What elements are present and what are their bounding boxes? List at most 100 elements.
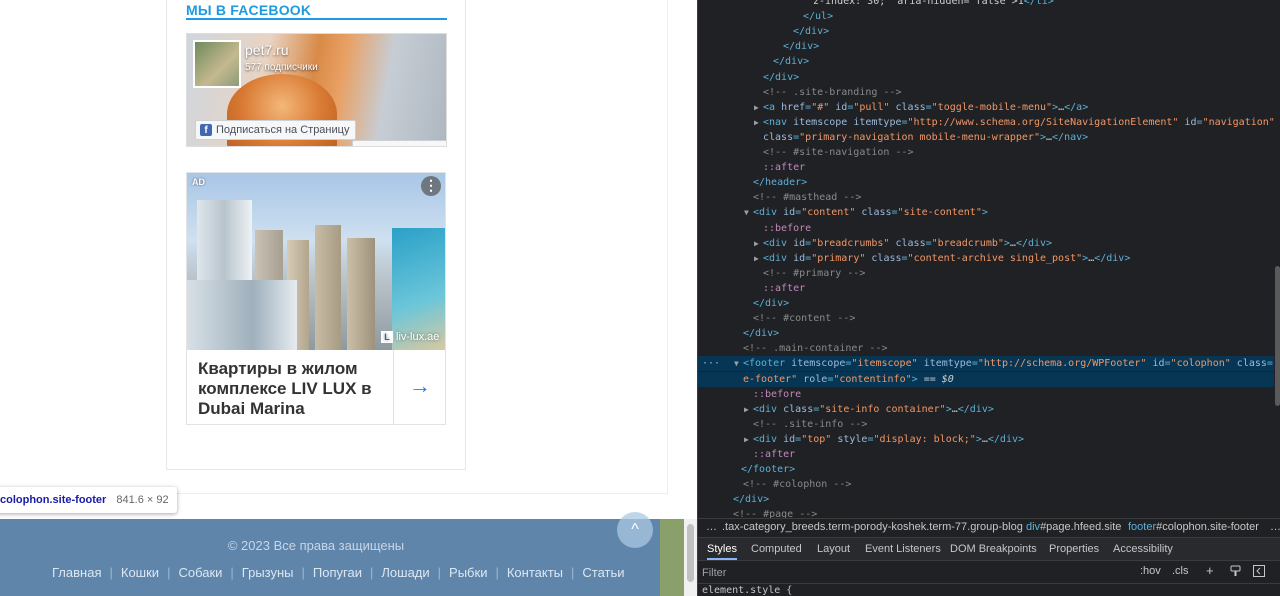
cls-toggle[interactable]: .cls <box>1172 565 1189 577</box>
tab-event-listeners[interactable]: Event Listeners <box>865 538 941 560</box>
chevron-up-icon: ^ <box>631 521 639 538</box>
building-shape <box>187 280 297 350</box>
facebook-icon: f <box>200 124 212 136</box>
footer-link-parrots[interactable]: Попугаи <box>313 565 362 580</box>
tab-layout[interactable]: Layout <box>817 538 850 560</box>
tab-styles[interactable]: Styles <box>707 538 737 560</box>
element-style-rule[interactable]: element.style { <box>702 585 792 596</box>
dom-node-line[interactable]: </div> <box>698 24 1274 39</box>
tooltip-element-name: colophon.site-footer <box>0 494 107 506</box>
ad-brand[interactable]: L liv-lux.ae <box>381 331 439 343</box>
nav-separator: | <box>109 565 113 580</box>
elements-tree[interactable]: z-index: 30;" aria-hidden="false">1</li>… <box>698 0 1274 518</box>
dom-node-line[interactable]: <!-- #page --> <box>698 507 1274 518</box>
dom-node-line[interactable]: ▶ <div id="top" style="display: block;">…… <box>698 432 1274 447</box>
page-scrollbar-thumb[interactable] <box>687 524 694 582</box>
breadcrumb-body[interactable]: .tax-category_breeds.term-porody-koshek.… <box>722 519 1023 536</box>
dom-node-line[interactable]: class="primary-navigation mobile-menu-wr… <box>698 130 1274 145</box>
tab-computed[interactable]: Computed <box>751 538 802 560</box>
dom-node-line[interactable]: </div> <box>698 326 1274 341</box>
dom-node-line[interactable]: </div> <box>698 39 1274 54</box>
tab-accessibility[interactable]: Accessibility <box>1113 538 1173 560</box>
breadcrumb-overflow-right[interactable]: … <box>1270 519 1280 536</box>
footer-link-dogs[interactable]: Собаки <box>178 565 222 580</box>
styles-filter-input[interactable] <box>702 565 1130 581</box>
more-options-icon[interactable]: ⋮ <box>421 176 441 196</box>
dom-node-line[interactable]: ▼ <div id="content" class="site-content"> <box>698 205 1274 220</box>
dom-node-line[interactable]: ▶ <div id="breadcrumbs" class="breadcrumb… <box>698 236 1274 251</box>
footer-link-home[interactable]: Главная <box>52 565 101 580</box>
dom-node-line[interactable]: </header> <box>698 175 1274 190</box>
footer-nav: Главная | Кошки | Собаки | Грызуны | Попугаи… <box>52 565 625 580</box>
ad-brand-label: liv-lux.ae <box>396 331 440 343</box>
dom-node-line[interactable]: ▶ <div id="primary" class="content-archiv… <box>698 251 1274 266</box>
footer-link-fish[interactable]: Рыбки <box>449 565 487 580</box>
dom-node-line[interactable]: ::before <box>698 387 1274 402</box>
footer-link-contacts[interactable]: Контакты <box>507 565 563 580</box>
page-avatar[interactable] <box>193 40 241 88</box>
dom-node-selected[interactable]: ▼ <footer itemscope="itemscope" itemtype=… <box>698 356 1274 372</box>
computed-sidebar-icon[interactable] <box>1253 565 1265 580</box>
dom-node-line[interactable]: ::before <box>698 221 1274 236</box>
breadcrumb-div-page[interactable]: div#page.hfeed.site <box>1026 519 1121 536</box>
dom-node-line[interactable]: </div> <box>698 492 1274 507</box>
dom-node-line[interactable]: </div> <box>698 70 1274 85</box>
dom-node-line[interactable]: <!-- .site-branding --> <box>698 85 1274 100</box>
footer-edge-strip <box>660 519 684 596</box>
footer-link-rodents[interactable]: Грызуны <box>242 565 294 580</box>
nav-separator: | <box>571 565 575 580</box>
dom-node-line[interactable]: </div> <box>698 296 1274 311</box>
devtools-panel: z-index: 30;" aria-hidden="false">1</li>… <box>697 0 1280 596</box>
dom-node-line[interactable]: ▶ <a href="#" id="pull" class="toggle-mob… <box>698 100 1274 115</box>
ad-title[interactable]: Квартиры в жилом комплексе LIV LUX в Dub… <box>198 359 388 419</box>
building-shape <box>347 238 375 350</box>
dom-node-line[interactable]: ▶ <nav itemscope itemtype="http://www.sch… <box>698 115 1274 130</box>
nav-separator: | <box>495 565 499 580</box>
nav-separator: | <box>167 565 171 580</box>
dom-node-line[interactable]: </div> <box>698 54 1274 69</box>
plus-icon[interactable]: + <box>1206 563 1214 578</box>
nav-separator: | <box>437 565 442 580</box>
building-shape <box>315 225 341 350</box>
elements-scrollbar[interactable] <box>1274 0 1280 518</box>
facebook-page-widget[interactable]: pet7.ru 577 подписчики f Подписаться на … <box>186 33 447 147</box>
footer-link-articles[interactable]: Статьи <box>582 565 624 580</box>
dom-node-selected[interactable]: e-footer" role="contentinfo"> == $0 <box>698 371 1274 387</box>
ad-divider <box>393 350 394 424</box>
node-actions-ellipsis[interactable]: ··· <box>702 356 720 371</box>
arrow-right-icon[interactable]: → <box>409 373 431 399</box>
advertisement[interactable]: AD ⋮ L liv-lux.ae Квартиры в жилом компл… <box>186 172 446 425</box>
dom-node-line[interactable]: </ul> <box>698 9 1274 24</box>
dom-node-line[interactable]: <!-- #site-navigation --> <box>698 145 1274 160</box>
fb-subscribe-label: Подписаться на Страницу <box>216 124 350 136</box>
elements-scrollbar-thumb[interactable] <box>1275 266 1280 406</box>
scroll-to-top-button[interactable]: ^ <box>617 512 653 548</box>
breadcrumb-overflow-left[interactable]: … <box>706 519 717 536</box>
dom-node-line[interactable]: ::after <box>698 447 1274 462</box>
tab-properties[interactable]: Properties <box>1049 538 1099 560</box>
tooltip-element-size: 841.6 × 92 <box>116 494 169 506</box>
tab-dom-breakpoints[interactable]: DOM Breakpoints <box>950 538 1037 560</box>
dom-node-line[interactable]: <!-- #primary --> <box>698 266 1274 281</box>
breadcrumb-footer[interactable]: footer#colophon.site-footer <box>1128 519 1259 536</box>
footer-link-cats[interactable]: Кошки <box>121 565 159 580</box>
dom-node-line[interactable]: <!-- .site-info --> <box>698 417 1274 432</box>
dom-node-line[interactable]: ▶ <div class="site-info container">…</div… <box>698 402 1274 417</box>
dom-node-line[interactable]: <!-- #content --> <box>698 311 1274 326</box>
dom-node-line[interactable]: <!-- .main-container --> <box>698 341 1274 356</box>
ad-image[interactable]: AD ⋮ L liv-lux.ae <box>187 173 445 350</box>
dom-node-line[interactable]: ::after <box>698 160 1274 175</box>
dom-node-line[interactable]: <!-- #masthead --> <box>698 190 1274 205</box>
fb-subscribe-button[interactable]: f Подписаться на Страницу <box>195 120 357 140</box>
fb-page-name[interactable]: pet7.ru <box>245 42 289 58</box>
dom-node-line[interactable]: z-index: 30;" aria-hidden="false">1</li> <box>698 0 1274 9</box>
footer-link-horses[interactable]: Лошади <box>381 565 429 580</box>
dom-node-line[interactable]: </footer> <box>698 462 1274 477</box>
copyright-text: © 2023 Все права защищены <box>227 538 405 553</box>
dom-node-line[interactable]: ::after <box>698 281 1274 296</box>
paint-brush-icon[interactable] <box>1230 565 1241 580</box>
nav-separator: | <box>230 565 234 580</box>
hov-toggle[interactable]: :hov <box>1140 565 1161 577</box>
fb-share-button[interactable] <box>352 140 446 146</box>
dom-node-line[interactable]: <!-- #colophon --> <box>698 477 1274 492</box>
